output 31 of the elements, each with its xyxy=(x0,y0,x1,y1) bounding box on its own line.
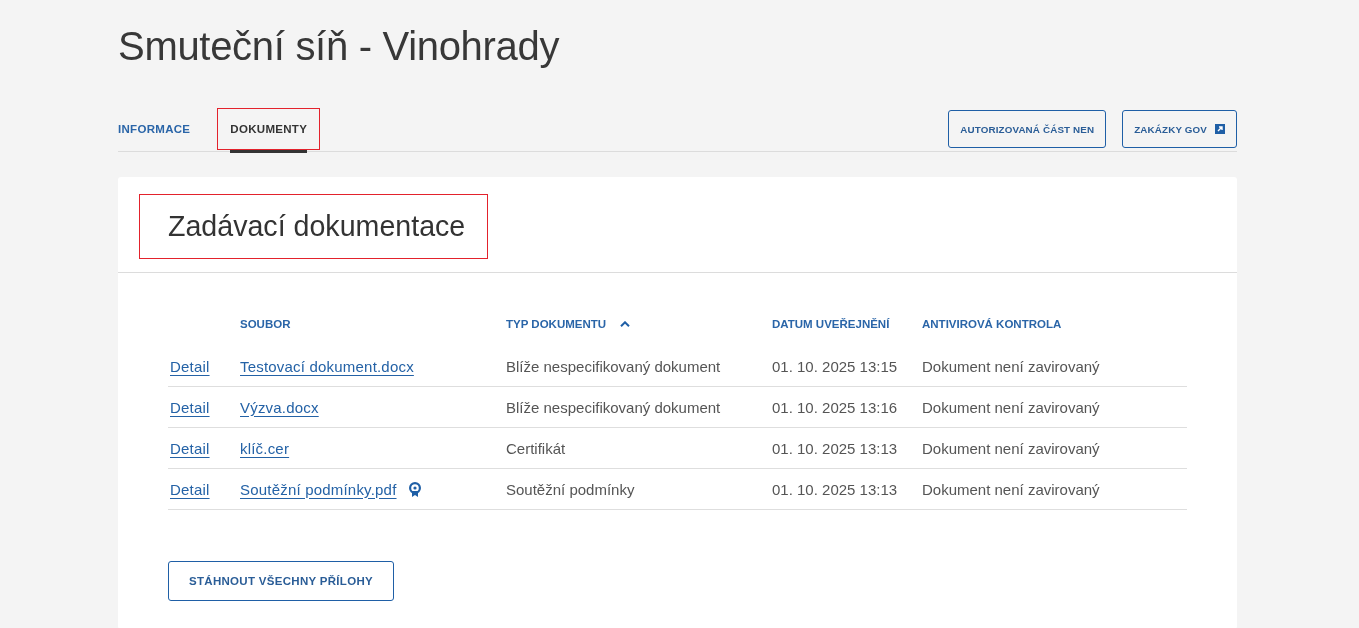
date-text: 01. 10. 2025 13:16 xyxy=(772,398,898,416)
tab[interactable]: DOKUMENTY xyxy=(217,108,321,153)
section-heading: Zadávací dokumentace xyxy=(139,194,489,259)
detail-link[interactable]: Detail xyxy=(170,480,210,498)
document-type-text: Blíže nespecifikovaný dokument xyxy=(506,398,721,416)
document-type-text: Blíže nespecifikovaný dokument xyxy=(506,357,721,375)
file-link[interactable]: klíč.cer xyxy=(240,439,290,457)
antivirus-status-text: Dokument není zavirovaný xyxy=(922,398,1100,416)
file-link[interactable]: Testovací dokument.docx xyxy=(240,357,414,375)
date-text: 01. 10. 2025 13:15 xyxy=(772,357,898,375)
column-header[interactable]: TYP DOKUMENTU xyxy=(504,302,770,346)
date-text: 01. 10. 2025 13:13 xyxy=(772,480,898,498)
detail-link[interactable]: Detail xyxy=(170,398,210,416)
antivirus-status-text: Dokument není zavirovaný xyxy=(922,439,1100,457)
file-link[interactable]: Soutěžní podmínky.pdf xyxy=(240,480,397,498)
antivirus-status-text: Dokument není zavirovaný xyxy=(922,357,1100,375)
download-all-button[interactable]: STÁHNOUT VŠECHNY PŘÍLOHY xyxy=(168,561,394,601)
link-button[interactable]: AUTORIZOVANÁ ČÁST NEN xyxy=(948,110,1107,148)
column-header[interactable]: DATUM UVEŘEJNĚNÍ xyxy=(770,302,920,346)
column-header[interactable]: SOUBOR xyxy=(238,302,504,346)
date-text: 01. 10. 2025 13:13 xyxy=(772,439,898,457)
document-type-text: Certifikát xyxy=(506,439,566,457)
tab[interactable]: INFORMACE xyxy=(105,108,204,153)
link-button[interactable]: ZAKÁZKY GOV xyxy=(1122,110,1237,148)
detail-link[interactable]: Detail xyxy=(170,357,210,375)
antivirus-status-text: Dokument není zavirovaný xyxy=(922,480,1100,498)
document-type-text: Soutěžní podmínky xyxy=(506,480,635,498)
page-title: Smuteční síň - Vinohrady xyxy=(118,23,560,70)
detail-link[interactable]: Detail xyxy=(170,439,210,457)
file-link[interactable]: Výzva.docx xyxy=(240,398,319,416)
column-header[interactable]: ANTIVIROVÁ KONTROLA xyxy=(920,302,1187,346)
